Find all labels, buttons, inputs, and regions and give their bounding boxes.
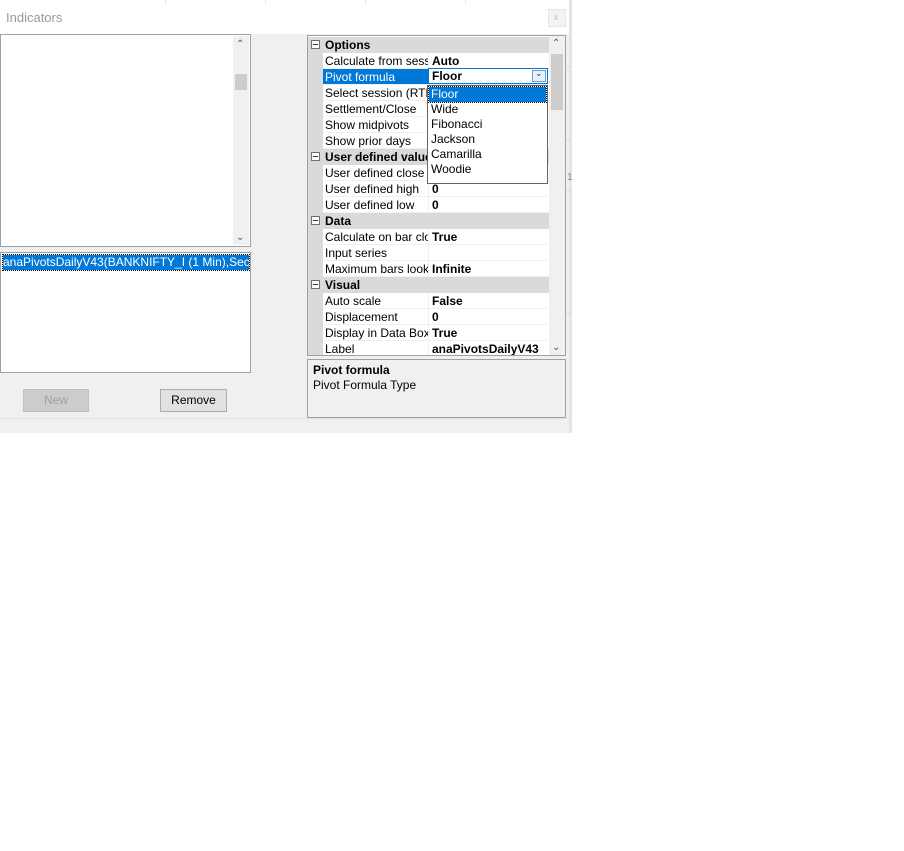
background-line: [566, 66, 572, 67]
category-data[interactable]: Data: [308, 213, 549, 229]
window-title: Indicators: [6, 10, 63, 25]
title-tick: [265, 0, 266, 4]
scroll-down-icon[interactable]: ⌄: [552, 342, 560, 353]
property-value[interactable]: 0: [429, 197, 549, 213]
option-floor[interactable]: Floor: [428, 86, 547, 103]
property-name: Pivot formula: [323, 69, 429, 85]
option-wide[interactable]: Wide: [429, 102, 546, 117]
category-label: Options: [325, 38, 371, 52]
help-description: Pivot Formula Type: [313, 378, 417, 392]
pivot-formula-dropdown[interactable]: Floor Wide Fibonacci Jackson Camarilla W…: [427, 85, 548, 184]
property-name: Show midpivots: [323, 117, 429, 133]
property-value[interactable]: 0: [429, 309, 549, 325]
collapse-icon[interactable]: [311, 280, 320, 289]
available-indicators-list[interactable]: ⌃ ⌄: [0, 34, 251, 247]
scroll-thumb[interactable]: [551, 54, 563, 110]
property-value[interactable]: Infinite: [429, 261, 549, 277]
collapse-icon[interactable]: [311, 216, 320, 225]
collapse-icon[interactable]: [311, 40, 320, 49]
help-title: Pivot formula: [313, 363, 390, 377]
category-label: Visual: [325, 278, 361, 292]
property-name: User defined close: [323, 165, 429, 181]
property-value[interactable]: True: [429, 325, 549, 341]
new-button[interactable]: New: [23, 389, 89, 412]
property-name: Maximum bars look back: [323, 262, 429, 277]
close-icon: x: [554, 12, 559, 22]
property-name: Select session (RTH): [323, 86, 429, 101]
scroll-down-icon[interactable]: ⌄: [236, 232, 244, 243]
property-displacement[interactable]: Displacement 0: [308, 309, 549, 325]
property-name: Calculate from session: [323, 53, 429, 69]
background-line: [566, 313, 572, 314]
property-value[interactable]: Auto: [429, 53, 549, 69]
property-name: User defined high: [323, 181, 429, 197]
indicators-window: Indicators x ⌃ ⌄ anaPivotsDailyV43(BANKN…: [0, 0, 572, 433]
property-user-low[interactable]: User defined low 0: [308, 197, 549, 213]
chevron-down-icon: ⌄: [535, 68, 543, 78]
property-name: Display in Data Box: [323, 326, 429, 341]
property-name: Displacement: [323, 309, 429, 325]
divider: [0, 418, 569, 419]
property-value[interactable]: False: [429, 293, 549, 309]
option-woodie[interactable]: Woodie: [429, 162, 546, 177]
background-line: [566, 140, 572, 141]
property-data-box[interactable]: Display in Data Box True: [308, 325, 549, 341]
remove-button[interactable]: Remove: [160, 389, 227, 412]
property-max-bars[interactable]: Maximum bars look backInfinite: [308, 261, 549, 277]
option-jackson[interactable]: Jackson: [429, 132, 546, 147]
option-fibonacci[interactable]: Fibonacci: [429, 117, 546, 132]
category-label: User defined values: [325, 150, 439, 164]
title-bar: Indicators x: [0, 0, 572, 34]
property-input-series[interactable]: Input series: [308, 245, 549, 261]
scroll-thumb[interactable]: [235, 74, 247, 90]
property-value[interactable]: True: [429, 229, 549, 245]
help-panel: Pivot formula Pivot Formula Type: [307, 359, 566, 418]
pivot-formula-combobox[interactable]: Floor ⌄: [428, 68, 548, 84]
collapse-icon[interactable]: [311, 152, 320, 161]
scroll-up-icon[interactable]: ⌃: [236, 39, 244, 50]
title-tick: [165, 0, 166, 4]
background-text: 1: [567, 172, 573, 183]
property-name: Settlement/Close: [323, 101, 429, 117]
property-name: Show prior days: [323, 133, 429, 149]
list-scrollbar[interactable]: ⌃ ⌄: [233, 36, 249, 245]
property-calc-bar-close[interactable]: Calculate on bar closeTrue: [308, 229, 549, 245]
scroll-up-icon[interactable]: ⌃: [552, 38, 560, 49]
category-label: Data: [325, 214, 352, 228]
close-button[interactable]: x: [548, 9, 566, 27]
property-name: Input series: [323, 245, 429, 261]
option-camarilla[interactable]: Camarilla: [429, 147, 546, 162]
configured-indicators-list[interactable]: anaPivotsDailyV43(BANKNIFTY_I (1 Min),Se…: [0, 252, 251, 373]
category-options[interactable]: Options: [308, 37, 549, 53]
property-auto-scale[interactable]: Auto scale False: [308, 293, 549, 309]
property-name: Label: [323, 341, 429, 355]
title-tick: [465, 0, 466, 4]
category-visual[interactable]: Visual: [308, 277, 549, 293]
title-tick: [365, 0, 366, 4]
property-value[interactable]: anaPivotsDailyV43: [429, 341, 549, 355]
property-label[interactable]: Label anaPivotsDailyV43: [308, 341, 549, 355]
grid-scrollbar[interactable]: ⌃ ⌄: [549, 36, 565, 355]
list-item[interactable]: anaPivotsDailyV43(BANKNIFTY_I (1 Min),Se…: [2, 254, 250, 271]
background-line: [566, 190, 572, 191]
combobox-value: Floor: [432, 69, 462, 83]
window-edge: [569, 0, 572, 433]
property-name: Auto scale: [323, 293, 429, 309]
property-name: Calculate on bar close: [323, 229, 429, 245]
property-name: User defined low: [323, 197, 429, 213]
dropdown-button[interactable]: ⌄: [532, 68, 546, 82]
property-value[interactable]: [429, 245, 549, 261]
property-calc-session[interactable]: Calculate from sessionAuto: [308, 53, 549, 69]
